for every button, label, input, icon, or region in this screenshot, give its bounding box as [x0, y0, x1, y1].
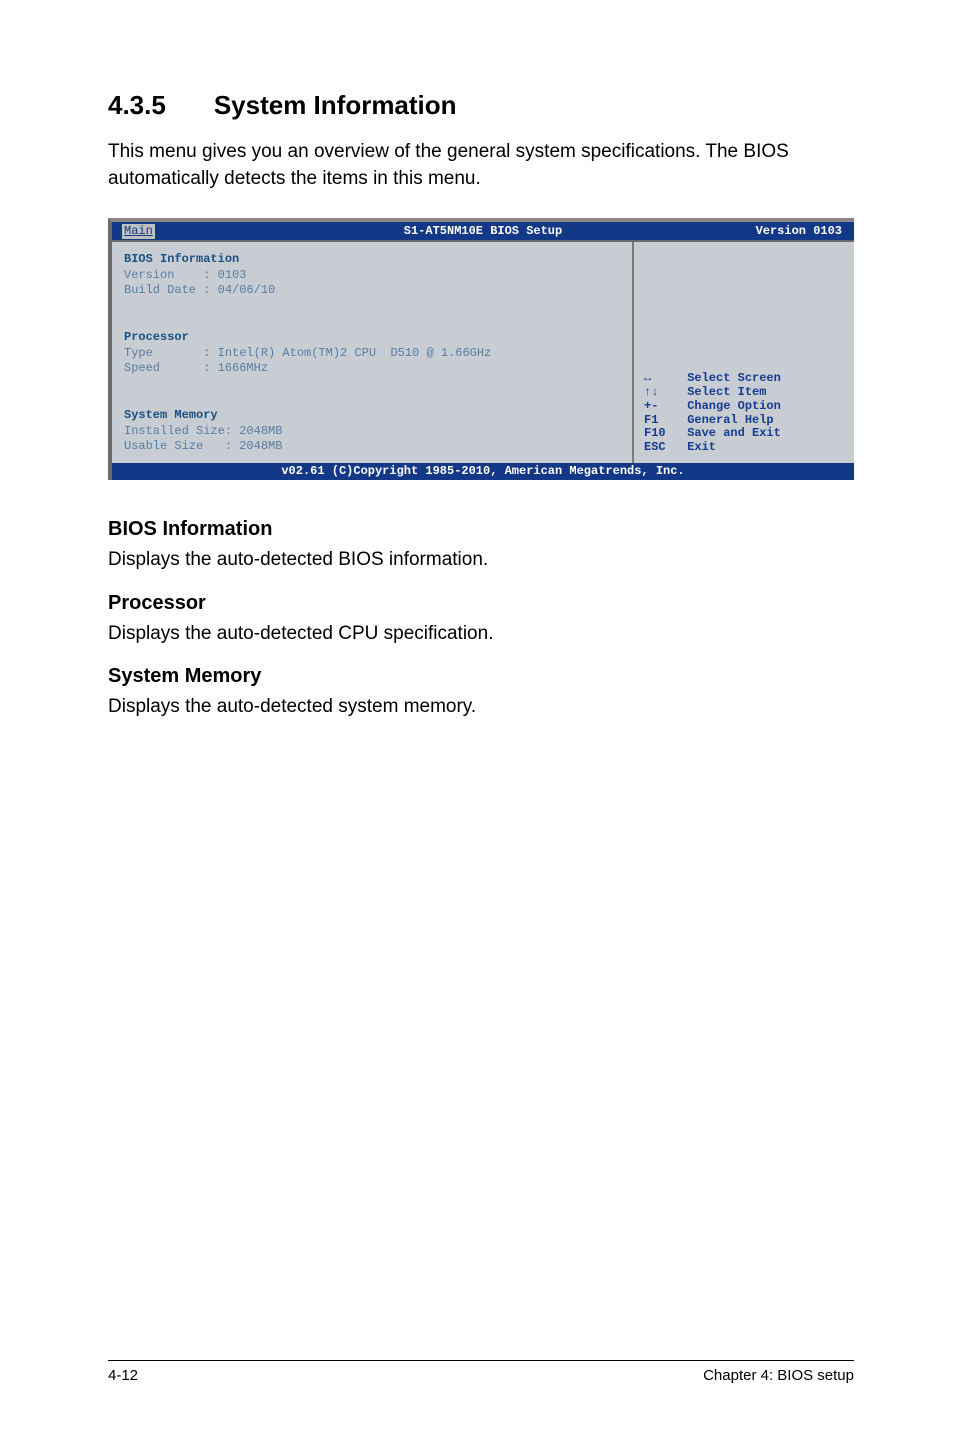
bios-titlebar: Main S1-AT5NM10E BIOS Setup Version 0103 [112, 222, 854, 240]
desc-text: Displays the auto-detected system memory… [108, 694, 854, 721]
bios-body: BIOS Information Version : 0103 Build Da… [112, 240, 854, 463]
desc-system-memory: System Memory Displays the auto-detected… [108, 665, 854, 721]
bios-mem-usable-line: Usable Size : 2048MB [124, 439, 282, 453]
bios-title-center: S1-AT5NM10E BIOS Setup [404, 224, 562, 238]
desc-heading: Processor [108, 592, 854, 615]
section-number: 4.3.5 [108, 90, 166, 121]
bios-heading-biosinfo: BIOS Information [124, 252, 239, 266]
bios-builddate-line: Build Date : 04/06/10 [124, 283, 275, 297]
bios-heading-processor: Processor [124, 330, 189, 344]
desc-processor: Processor Displays the auto-detected CPU… [108, 592, 854, 648]
section-heading: 4.3.5 System Information [108, 90, 854, 121]
desc-text: Displays the auto-detected BIOS informat… [108, 547, 854, 574]
bios-heading-memory: System Memory [124, 408, 218, 422]
desc-heading: BIOS Information [108, 518, 854, 541]
bios-copyright-footer: v02.61 (C)Copyright 1985-2010, American … [112, 463, 854, 480]
desc-bios-information: BIOS Information Displays the auto-detec… [108, 518, 854, 574]
bios-main-panel: BIOS Information Version : 0103 Build Da… [112, 242, 634, 463]
bios-key-hints: ↔ Select Screen ↑↓ Select Item +- Change… [644, 372, 846, 455]
bios-proc-speed-line: Speed : 1666MHz [124, 361, 268, 375]
section-title: System Information [214, 90, 457, 120]
bios-help-panel: ↔ Select Screen ↑↓ Select Item +- Change… [634, 242, 854, 463]
bios-version-line: Version : 0103 [124, 268, 246, 282]
desc-text: Displays the auto-detected CPU specifica… [108, 621, 854, 648]
chapter-label: Chapter 4: BIOS setup [703, 1367, 854, 1384]
bios-screenshot: Main S1-AT5NM10E BIOS Setup Version 0103… [108, 218, 854, 480]
bios-mem-installed-line: Installed Size: 2048MB [124, 424, 282, 438]
bios-proc-type-line: Type : Intel(R) Atom(TM)2 CPU D510 @ 1.6… [124, 346, 491, 360]
bios-version-label: Version 0103 [756, 224, 842, 238]
bios-tab-main: Main [122, 224, 155, 239]
intro-paragraph: This menu gives you an overview of the g… [108, 139, 854, 192]
page-footer: 4-12 Chapter 4: BIOS setup [108, 1360, 854, 1384]
page-number: 4-12 [108, 1367, 138, 1384]
desc-heading: System Memory [108, 665, 854, 688]
